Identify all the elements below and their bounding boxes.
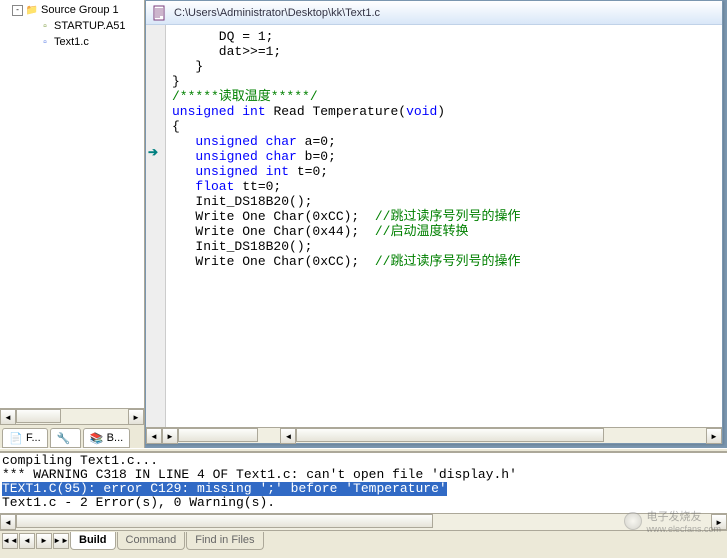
- tree-file-label: STARTUP.A51: [54, 20, 126, 32]
- tree-file-label: Text1.c: [54, 36, 89, 48]
- mdi-area: C:\Users\Administrator\Desktop\kk\Text1.…: [145, 0, 727, 448]
- tree-file-text1[interactable]: ▫ Text1.c: [4, 34, 144, 50]
- tree-group-label: Source Group 1: [41, 4, 119, 16]
- tab-nav-last[interactable]: ►►: [53, 533, 69, 549]
- tree-group[interactable]: - 📁 Source Group 1: [4, 2, 144, 18]
- tab-nav-first[interactable]: ◄◄: [2, 533, 18, 549]
- selected-error-line[interactable]: TEXT1.C(95): error C129: missing ';' bef…: [2, 482, 447, 496]
- scroll-left-button[interactable]: ◄: [0, 514, 16, 530]
- tab-build[interactable]: Build: [70, 532, 116, 550]
- asm-file-icon: ▫: [38, 19, 52, 33]
- editor-window: C:\Users\Administrator\Desktop\kk\Text1.…: [145, 0, 723, 444]
- folder-icon: 📁: [25, 3, 39, 17]
- c-file-icon: ▫: [38, 35, 52, 49]
- scroll-left-button[interactable]: ◄: [0, 409, 16, 425]
- scroll-right-button[interactable]: ►: [711, 514, 727, 530]
- document-icon: [152, 5, 168, 21]
- scroll-thumb[interactable]: [296, 428, 603, 442]
- output-tabstrip: ◄◄ ◄ ► ►► Build Command Find in Files: [0, 530, 727, 550]
- build-output-panel[interactable]: compiling Text1.c... *** WARNING C318 IN…: [0, 452, 727, 514]
- editor-titlebar[interactable]: C:\Users\Administrator\Desktop\kk\Text1.…: [146, 1, 722, 25]
- tab-find-in-files[interactable]: Find in Files: [186, 532, 263, 550]
- editor-hscrollbar[interactable]: ◄ ► ◄ ►: [146, 427, 722, 443]
- output-hscrollbar[interactable]: ◄ ►: [0, 514, 727, 530]
- scroll-thumb[interactable]: [16, 409, 61, 423]
- left-tabstrip: 📄F... 🔧 📚B...: [0, 424, 144, 448]
- editor-title: C:\Users\Administrator\Desktop\kk\Text1.…: [174, 7, 380, 19]
- scroll-right-button[interactable]: ►: [162, 428, 178, 444]
- regs-icon: 🔧: [57, 432, 71, 444]
- books-icon: 📚: [90, 432, 104, 444]
- tree-file-startup[interactable]: ▫ STARTUP.A51: [4, 18, 144, 34]
- build-output-text[interactable]: compiling Text1.c... *** WARNING C318 IN…: [0, 453, 727, 511]
- tab-books[interactable]: 📚B...: [83, 428, 131, 448]
- tab-nav-prev[interactable]: ◄: [19, 533, 35, 549]
- scroll-right-button[interactable]: ►: [128, 409, 144, 425]
- scroll-left-button[interactable]: ◄: [146, 428, 162, 444]
- current-line-arrow-icon: ➔: [148, 145, 158, 159]
- scroll-right-button[interactable]: ►: [706, 428, 722, 444]
- editor-gutter: ➔: [146, 25, 166, 427]
- collapse-icon[interactable]: -: [12, 5, 23, 16]
- tab-command[interactable]: Command: [117, 532, 186, 550]
- tab-files[interactable]: 📄F...: [2, 428, 48, 448]
- files-icon: 📄: [9, 432, 23, 444]
- scroll-thumb[interactable]: [16, 514, 433, 528]
- tab-nav-next[interactable]: ►: [36, 533, 52, 549]
- tree-hscrollbar[interactable]: ◄ ►: [0, 408, 144, 424]
- project-tree: - 📁 Source Group 1 ▫ STARTUP.A51 ▫ Text1…: [0, 0, 144, 408]
- scroll-thumb[interactable]: [178, 428, 258, 442]
- project-tree-panel: - 📁 Source Group 1 ▫ STARTUP.A51 ▫ Text1…: [0, 0, 145, 448]
- scroll-left-button[interactable]: ◄: [280, 428, 296, 444]
- tab-regs[interactable]: 🔧: [50, 428, 81, 448]
- code-editor[interactable]: DQ = 1; dat>>=1; } } /*****读取温度*****/ un…: [166, 25, 722, 427]
